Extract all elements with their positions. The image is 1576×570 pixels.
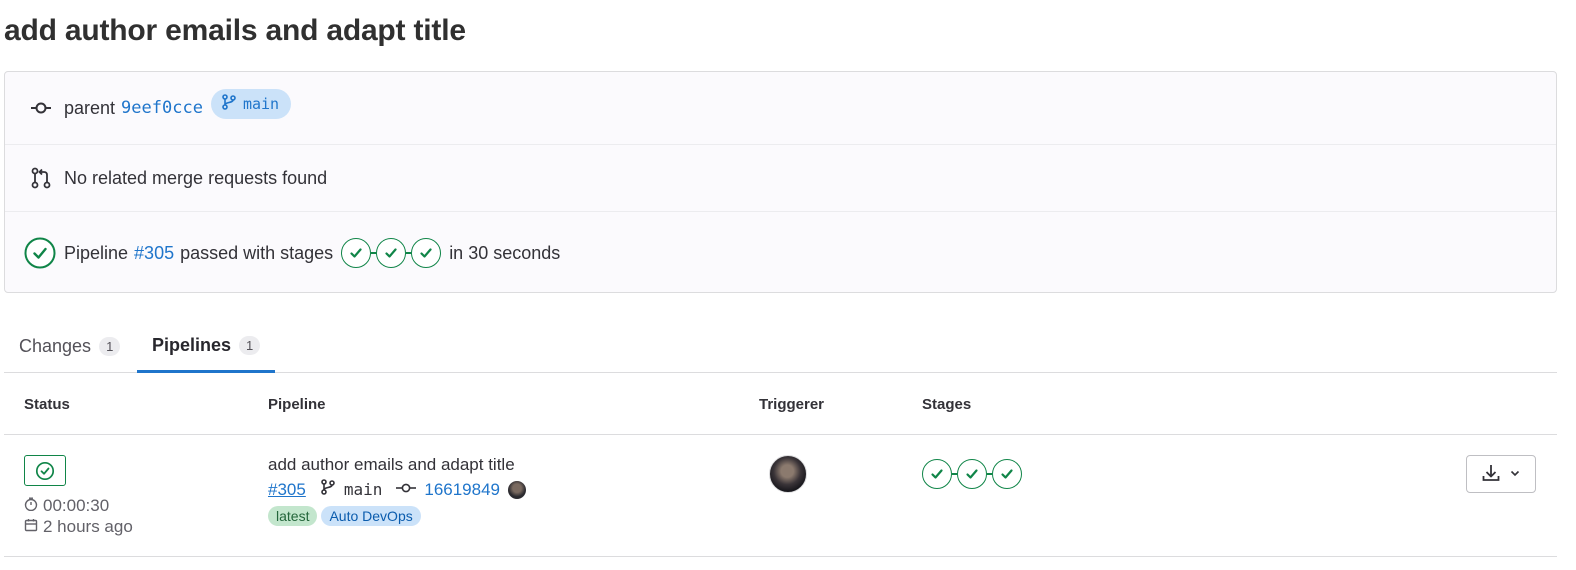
header-triggerer: Triggerer [759, 396, 825, 413]
pipeline-id-link[interactable]: #305 [134, 243, 174, 264]
commit-icon [27, 94, 55, 122]
merge-requests-text: No related merge requests found [64, 167, 328, 188]
merge-request-icon [27, 164, 55, 192]
triggerer-avatar[interactable] [769, 455, 807, 493]
header-pipeline: Pipeline [268, 396, 326, 413]
tab-count-badge: 1 [239, 335, 261, 355]
status-success-icon [35, 461, 55, 480]
branch-pill[interactable]: main [210, 89, 292, 119]
finished-text: 2 hours ago [43, 517, 133, 536]
stage-success-icon[interactable] [376, 238, 407, 268]
branch-icon [320, 479, 336, 500]
finished-time: 2 hours ago [24, 517, 133, 537]
download-icon [1481, 463, 1501, 486]
label-auto-devops[interactable]: Auto DevOps [321, 506, 421, 526]
parent-info: parent 9eef0cce main [64, 89, 292, 123]
commit-info-box: parent 9eef0cce main No related merge re… [4, 71, 1557, 293]
pipeline-summary: Pipeline #305 passed with stages in 30 s… [64, 238, 560, 268]
commit-parent-row: parent 9eef0cce main [5, 72, 1556, 145]
row-stages [922, 459, 1022, 489]
download-artifacts-button[interactable] [1466, 455, 1536, 493]
commit-title: add author emails and adapt title [4, 14, 466, 47]
header-status: Status [24, 396, 70, 413]
stage-success-icon[interactable] [411, 238, 442, 268]
summary-stages [341, 238, 442, 268]
label-latest: latest [268, 506, 318, 526]
stage-success-icon[interactable] [957, 459, 987, 489]
tab-count-badge: 1 [99, 337, 121, 356]
tab-label: Pipelines [152, 334, 232, 355]
pipeline-labels: latest Auto DevOps [268, 506, 421, 526]
merge-requests-row: No related merge requests found [5, 145, 1556, 212]
stage-success-icon[interactable] [922, 459, 952, 489]
pipeline-commit-title[interactable]: add author emails and adapt title [268, 455, 515, 475]
tab-label: Changes [19, 336, 92, 356]
pipeline-prefix: Pipeline [64, 242, 129, 263]
parent-label: parent [64, 97, 116, 118]
pipelines-table-header: Status Pipeline Triggerer Stages [4, 374, 1557, 435]
branch-icon [221, 93, 237, 115]
clock-icon [24, 496, 38, 516]
stage-success-icon[interactable] [341, 238, 372, 268]
pipeline-summary-row: Pipeline #305 passed with stages in 30 s… [5, 212, 1556, 294]
commit-author-avatar[interactable] [508, 480, 526, 499]
commit-icon [396, 480, 417, 500]
pipeline-duration-text: in 30 seconds [449, 242, 561, 263]
header-stages: Stages [922, 396, 972, 413]
calendar-icon [24, 517, 38, 537]
pipeline-refs: #305 main 16619849 [268, 479, 526, 500]
stage-success-icon[interactable] [992, 459, 1022, 489]
chevron-down-icon [1509, 467, 1521, 482]
duration: 00:00:30 [24, 496, 109, 516]
branch-name: main [242, 95, 280, 113]
status-passed-badge[interactable] [24, 455, 66, 486]
commit-tabs: Changes 1 Pipelines 1 [4, 320, 1557, 373]
parent-sha-link[interactable]: 9eef0cce [121, 98, 203, 118]
pipeline-id-link[interactable]: #305 [268, 480, 306, 500]
status-success-icon[interactable] [24, 237, 56, 269]
tab-pipelines[interactable]: Pipelines 1 [137, 320, 276, 373]
pipeline-status-text: passed with stages [180, 242, 334, 263]
table-row: 00:00:30 2 hours ago add author emails a… [4, 435, 1557, 557]
tab-changes[interactable]: Changes 1 [4, 320, 135, 373]
branch-link[interactable]: main [344, 480, 383, 499]
duration-text: 00:00:30 [43, 496, 110, 515]
commit-sha-link[interactable]: 16619849 [424, 480, 500, 500]
